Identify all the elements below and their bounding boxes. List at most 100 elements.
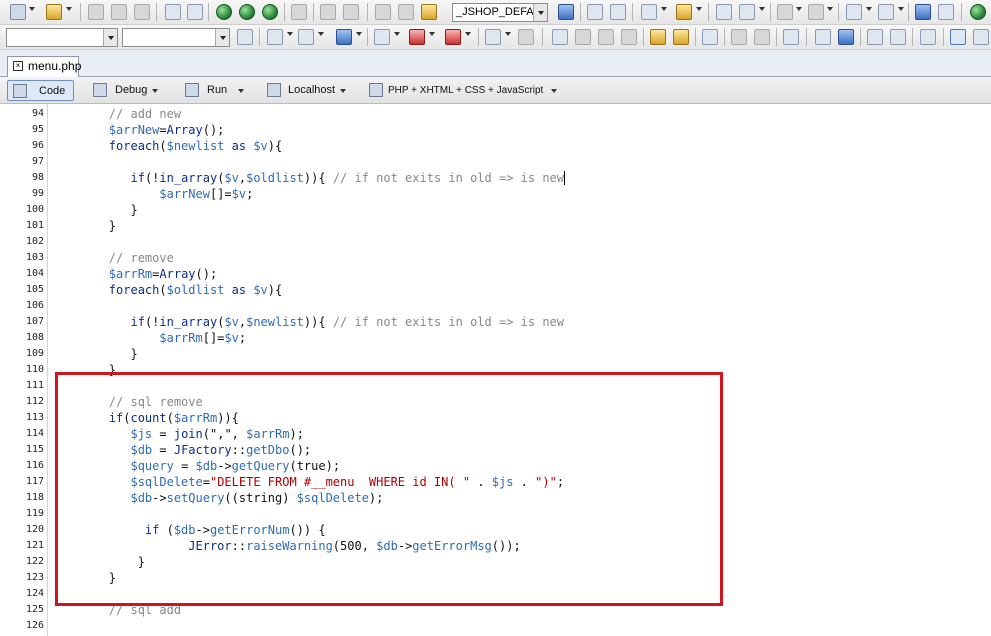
form-icon[interactable] [267,29,283,45]
image-icon[interactable] [838,29,854,45]
chevron-down-icon [152,89,158,93]
tab-menu-php[interactable]: × menu.php [7,56,81,77]
comment-icon[interactable] [598,29,614,45]
print-icon[interactable] [291,4,307,20]
browser-preview-icon[interactable] [216,4,232,20]
highlighter-dropdown-icon[interactable] [429,32,435,36]
browser-preview-3-icon[interactable] [262,4,278,20]
indent-icon[interactable] [552,29,568,45]
clipboard-dropdown-icon[interactable] [394,32,400,36]
move-down-icon[interactable] [754,29,770,45]
chevron-down-icon[interactable] [215,29,229,46]
check-dropdown-icon[interactable] [898,7,904,11]
find-icon[interactable] [587,4,603,20]
save-all-icon[interactable] [134,4,150,20]
replace-icon[interactable] [610,4,626,20]
line-number: 114 [25,428,44,439]
tools-icon[interactable] [938,4,954,20]
frame-icon[interactable] [920,29,936,45]
font-select[interactable] [6,28,118,47]
open-folder-icon[interactable] [46,4,62,20]
copy-page-icon[interactable] [165,4,181,20]
new-file-icon[interactable] [10,4,26,20]
separator [284,3,285,21]
web-globe-icon[interactable] [970,4,986,20]
code-token: in_array [159,315,218,329]
paste-icon[interactable] [421,4,437,20]
chevron-down-icon[interactable] [533,4,547,21]
clipboard-icon[interactable] [374,29,390,45]
browser-preview-2-icon[interactable] [239,4,255,20]
code-view-button[interactable]: Code [7,80,74,101]
server-button[interactable]: Localhost [262,80,354,101]
paste-page-icon[interactable] [187,4,203,20]
debug-button[interactable]: Debug [88,80,162,101]
open-dropdown-icon[interactable] [66,7,72,11]
line-number: 99 [31,188,44,199]
language-button[interactable]: PHP + XHTML + CSS + JavaScript [364,80,564,101]
size-select[interactable] [122,28,230,47]
forward-arrow-icon[interactable] [808,4,824,20]
book-icon[interactable] [915,4,931,20]
forward-dropdown-icon[interactable] [827,7,833,11]
chevron-down-icon[interactable] [103,29,117,46]
back-dropdown-icon[interactable] [796,7,802,11]
check-icon[interactable] [878,4,894,20]
validate-icon[interactable] [846,4,862,20]
clock-dropdown-icon[interactable] [356,32,362,36]
code-line: if(!in_array($v,$oldlist)){ // if not ex… [51,170,564,186]
save-icon[interactable] [88,4,104,20]
back-arrow-icon[interactable] [777,4,793,20]
cursor-icon[interactable] [485,29,501,45]
undo-icon[interactable] [320,4,336,20]
tag-dropdown-icon[interactable] [661,7,667,11]
eraser-icon[interactable] [518,29,534,45]
form-dropdown-icon[interactable] [287,32,293,36]
code-hint-icon[interactable] [237,29,253,45]
code-token: $v [224,315,239,329]
close-icon[interactable]: × [13,61,23,71]
line-number: 119 [25,508,44,519]
grid-dropdown-icon[interactable] [465,32,471,36]
window-icon[interactable] [702,29,718,45]
link-icon[interactable] [815,29,831,45]
design-view-icon[interactable] [973,29,989,45]
wand-icon[interactable] [673,29,689,45]
code-token: $newlist [166,139,225,153]
copy-icon[interactable] [398,4,414,20]
code-editor[interactable]: 94 95 96 97 98 99 100 101 102 103 104 105 106 107 108 1… [0,104,991,636]
highlighter-icon[interactable] [409,29,425,45]
validate-dropdown-icon[interactable] [866,7,872,11]
code-token: $arrRm [108,267,153,281]
hand-icon[interactable] [650,29,666,45]
run-button[interactable]: Run [180,80,248,101]
table-icon[interactable] [867,29,883,45]
snippet-dropdown-icon[interactable] [696,7,702,11]
code-line: $arrRm[]=$v; [51,330,246,346]
columns-icon[interactable] [890,29,906,45]
move-up-icon[interactable] [731,29,747,45]
filter-dropdown-icon[interactable] [759,7,765,11]
new-file-dropdown-icon[interactable] [29,7,35,11]
redo-icon[interactable] [343,4,359,20]
save-as-icon[interactable] [111,4,127,20]
line-number: 116 [25,460,44,471]
clock-icon[interactable] [336,29,352,45]
line-number: 121 [25,540,44,551]
grid-icon[interactable] [445,29,461,45]
filter-2-icon[interactable] [739,4,755,20]
list-icon[interactable] [298,29,314,45]
cut-icon[interactable] [375,4,391,20]
profile-select[interactable]: _JSHOP_DEFAL [452,3,548,22]
list-dropdown-icon[interactable] [318,32,324,36]
go-arrow-icon[interactable] [558,4,574,20]
uncomment-icon[interactable] [621,29,637,45]
outdent-icon[interactable] [575,29,591,45]
code-view-icon[interactable] [950,29,966,45]
snippet-icon[interactable] [676,4,692,20]
filter-icon[interactable] [716,4,732,20]
code-token: []= [202,331,225,345]
tag-icon[interactable] [641,4,657,20]
checkbox-icon[interactable] [783,29,799,45]
cursor-dropdown-icon[interactable] [505,32,511,36]
